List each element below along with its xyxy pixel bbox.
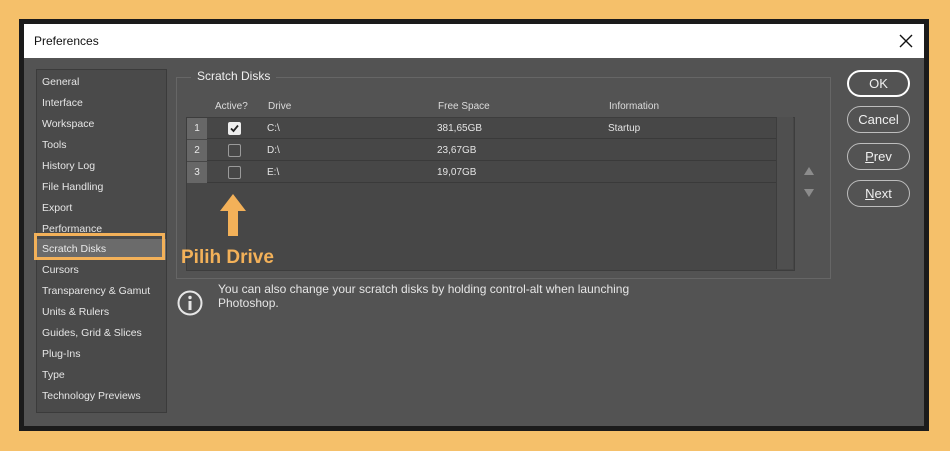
sidebar-item-units-rulers[interactable]: Units & Rulers <box>37 302 166 323</box>
close-icon <box>899 34 913 48</box>
annotation-arrow-icon <box>220 194 246 236</box>
group-title: Scratch Disks <box>191 69 277 83</box>
ok-button[interactable]: OK <box>847 70 910 97</box>
row-number: 1 <box>187 118 207 139</box>
sidebar-item-guides-grid-slices[interactable]: Guides, Grid & Slices <box>37 323 166 344</box>
active-checkbox[interactable] <box>228 144 241 157</box>
active-checkbox[interactable] <box>228 122 241 135</box>
sidebar-item-history-log[interactable]: History Log <box>37 156 166 177</box>
sidebar-item-technology-previews[interactable]: Technology Previews <box>37 386 166 407</box>
sidebar-item-cursors[interactable]: Cursors <box>37 260 166 281</box>
info-icon <box>177 290 203 316</box>
sidebar-item-file-handling[interactable]: File Handling <box>37 177 166 198</box>
next-label-rest: ext <box>874 186 892 201</box>
row-number: 3 <box>187 162 207 183</box>
column-header-drive: Drive <box>268 101 292 112</box>
free-space-cell: 23,67GB <box>437 145 477 156</box>
sidebar-item-workspace[interactable]: Workspace <box>37 114 166 135</box>
window-title: Preferences <box>34 34 99 48</box>
sidebar-item-interface[interactable]: Interface <box>37 93 166 114</box>
annotation-label: Pilih Drive <box>181 247 274 268</box>
active-checkbox[interactable] <box>228 166 241 179</box>
info-message: You can also change your scratch disks b… <box>218 282 630 310</box>
column-header-active: Active? <box>215 101 248 112</box>
prev-mnemonic: P <box>865 149 874 164</box>
next-mnemonic: N <box>865 186 875 201</box>
information-cell: Startup <box>608 123 641 134</box>
table-row[interactable]: 1 C:\ 381,65GB Startup <box>187 118 777 139</box>
sidebar-item-type[interactable]: Type <box>37 365 166 386</box>
sidebar-item-general[interactable]: General <box>37 72 166 93</box>
sidebar-item-tools[interactable]: Tools <box>37 135 166 156</box>
row-number: 2 <box>187 140 207 161</box>
table-scrollbar[interactable] <box>776 117 793 269</box>
table-row[interactable]: 3 E:\ 19,07GB <box>187 162 777 183</box>
table-row[interactable]: 2 D:\ 23,67GB <box>187 140 777 161</box>
free-space-cell: 19,07GB <box>437 167 477 178</box>
checkmark-icon <box>230 124 239 133</box>
column-header-free-space: Free Space <box>438 101 490 112</box>
sidebar-item-export[interactable]: Export <box>37 198 166 219</box>
cancel-button[interactable]: Cancel <box>847 106 910 133</box>
drive-cell: E:\ <box>267 167 280 178</box>
move-up-arrow-icon[interactable] <box>804 167 814 175</box>
annotation-highlight-box <box>34 233 165 260</box>
sidebar-item-plug-ins[interactable]: Plug-Ins <box>37 344 166 365</box>
title-bar: Preferences <box>24 24 924 58</box>
column-header-information: Information <box>609 101 660 112</box>
sidebar-item-transparency-gamut[interactable]: Transparency & Gamut <box>37 281 166 302</box>
next-button[interactable]: Next <box>847 180 910 207</box>
drive-cell: D:\ <box>267 145 280 156</box>
prev-button[interactable]: Prev <box>847 143 910 170</box>
free-space-cell: 381,65GB <box>437 123 483 134</box>
move-down-arrow-icon[interactable] <box>804 189 814 197</box>
preferences-dialog: Preferences General Interface Workspace … <box>24 24 924 426</box>
drive-cell: C:\ <box>267 123 280 134</box>
close-button[interactable] <box>888 24 924 58</box>
prev-label-rest: rev <box>873 149 892 164</box>
scratch-disks-table: 1 C:\ 381,65GB Startup 2 D:\ 23,67GB 3 E… <box>186 117 795 271</box>
